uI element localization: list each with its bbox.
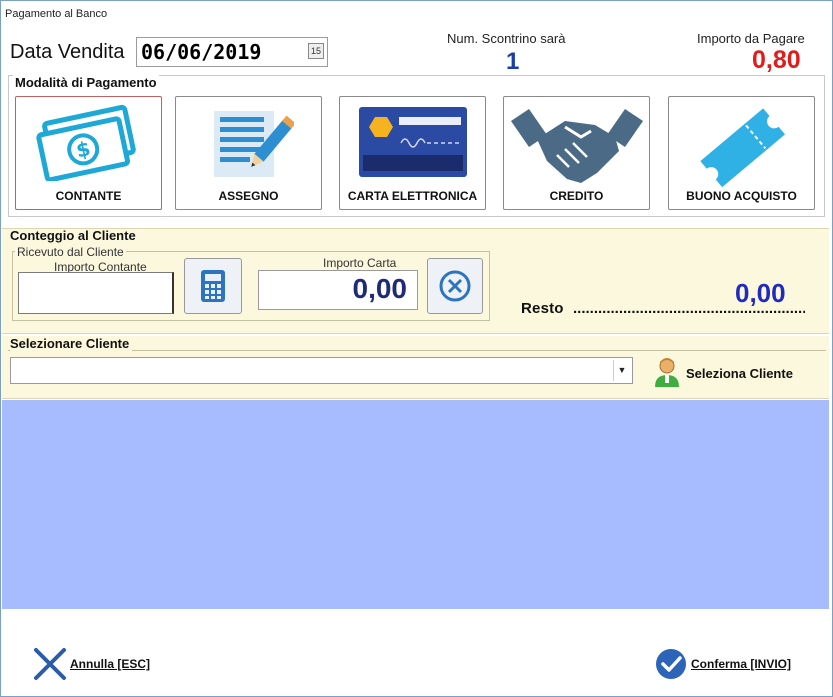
pay-credito-button[interactable]: CREDITO xyxy=(503,96,650,210)
cash-icon: $ xyxy=(35,104,136,181)
conferma-text: Conferma [INVIO] xyxy=(691,657,792,671)
ticket-icon xyxy=(699,108,785,187)
content-area xyxy=(2,400,829,609)
pay-contante-button[interactable]: $ CONTANTE xyxy=(15,96,162,210)
annulla-text: Annulla [ESC] xyxy=(70,657,150,671)
pay-buono-label: BUONO ACQUISTO xyxy=(686,189,797,203)
importo-value: 0,80 xyxy=(752,46,801,74)
pay-credito-label: CREDITO xyxy=(549,189,604,203)
pay-contante-label: CONTANTE xyxy=(55,189,122,203)
clear-circle-x-icon xyxy=(439,270,471,302)
payment-methods-legend: Modalità di Pagamento xyxy=(13,75,159,90)
user-icon xyxy=(655,358,679,387)
close-icon xyxy=(34,648,66,680)
pay-assegno-button[interactable]: ASSEGNO xyxy=(175,96,322,210)
seleziona-cliente-label: Seleziona Cliente xyxy=(686,366,793,381)
cliente-select[interactable]: ▼ xyxy=(10,357,633,384)
resto-label: Resto xyxy=(521,300,564,317)
pay-carta-label: CARTA ELETTRONICA xyxy=(347,189,478,203)
data-vendita-label: Data Vendita xyxy=(10,41,125,63)
importo-carta-value: 0,00 xyxy=(352,273,408,304)
calendar-dropdown-icon[interactable]: 15 xyxy=(308,43,324,59)
annulla-label: Annulla [ESC] xyxy=(70,657,150,671)
chevron-down-icon[interactable]: ▼ xyxy=(613,360,630,381)
handshake-icon xyxy=(510,109,643,183)
clear-button[interactable] xyxy=(427,258,483,314)
window-title: Pagamento al Banco xyxy=(5,8,108,20)
importo-contante-input[interactable] xyxy=(18,272,174,314)
pay-buono-button[interactable]: BUONO ACQUISTO xyxy=(668,96,815,210)
data-vendita-input[interactable]: 06/06/2019 15 xyxy=(136,37,328,67)
data-vendita-value: 06/06/2019 xyxy=(141,40,262,64)
checkmark-circle-icon xyxy=(656,649,686,679)
conteggio-title: Conteggio al Cliente xyxy=(10,228,136,243)
pay-assegno-label: ASSEGNO xyxy=(218,189,279,203)
ricevuto-label: Ricevuto dal Cliente xyxy=(15,245,126,259)
scontrino-label: Num. Scontrino sarà xyxy=(447,31,566,46)
cliente-title: Selezionare Cliente xyxy=(10,336,133,351)
scontrino-value: 1 xyxy=(506,48,520,75)
calculator-icon xyxy=(201,270,225,302)
importo-label: Importo da Pagare xyxy=(697,31,805,46)
importo-carta-input[interactable]: 0,00 xyxy=(258,270,418,310)
credit-card-icon xyxy=(358,107,467,177)
importo-carta-label: Importo Carta xyxy=(323,256,397,270)
check-icon xyxy=(213,111,294,177)
conferma-label: Conferma [INVIO] xyxy=(691,657,791,671)
resto-value: 0,00 xyxy=(735,278,786,308)
calculator-button[interactable] xyxy=(184,258,242,314)
pay-carta-button[interactable]: CARTA ELETTRONICA xyxy=(339,96,486,210)
